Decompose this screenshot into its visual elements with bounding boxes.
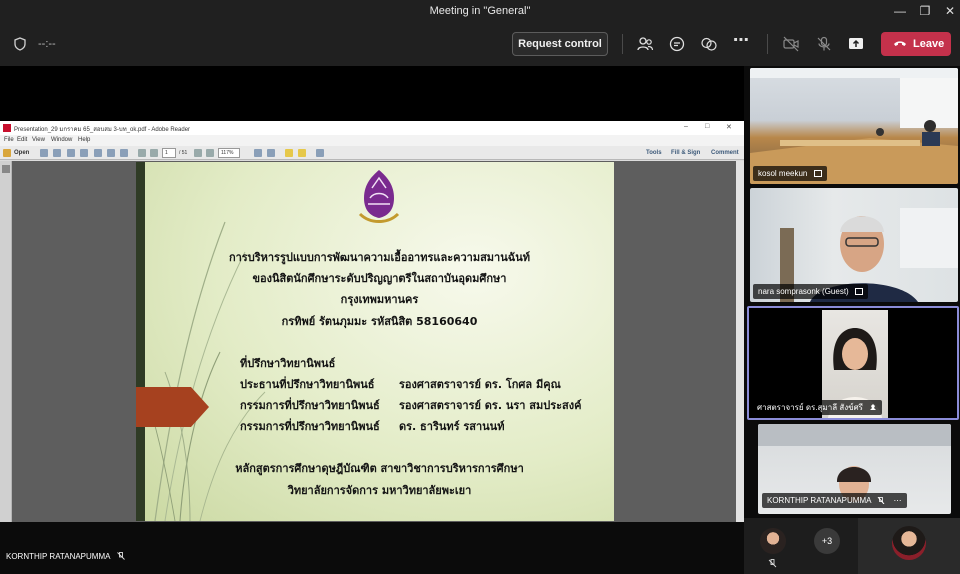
pdf-icon <box>3 124 11 132</box>
reader-minimize-icon[interactable]: – <box>684 123 688 130</box>
menu-file[interactable]: File <box>4 137 14 143</box>
people-icon[interactable] <box>636 35 654 53</box>
more-participants-button[interactable]: +3 <box>814 528 840 554</box>
menu-view[interactable]: View <box>32 137 45 143</box>
pdf-slide: การบริหารรูปแบบการพัฒนาความเอื้ออาทรและค… <box>136 162 614 521</box>
attachments-icon[interactable] <box>2 165 10 173</box>
advisor-role: ประธานที่ปรึกษาวิทยานิพนธ์ <box>240 378 375 391</box>
university-logo <box>358 170 400 223</box>
advisor-name: รองศาสตราจารย์ ดร. นรา สมประสงค์ <box>399 399 582 412</box>
save-icon[interactable] <box>40 149 48 157</box>
next-page-icon[interactable] <box>150 149 158 157</box>
reader-close-icon[interactable]: ✕ <box>726 123 732 131</box>
mic-off-icon <box>768 559 777 568</box>
slide-title-line3: กรุงเทพมหานคร <box>340 293 419 306</box>
page-number-input[interactable]: 1 <box>162 148 176 158</box>
highlight-icon[interactable] <box>298 149 306 157</box>
mic-off-icon[interactable] <box>815 35 833 53</box>
menu-edit[interactable]: Edit <box>17 137 27 143</box>
slide-author: กรทิพย์ รัตนภุมมะ รหัสนิสิต 58160640 <box>281 315 478 328</box>
expand-icon[interactable] <box>316 149 324 157</box>
toolbar-divider <box>622 34 623 54</box>
zoom-out-icon[interactable] <box>194 149 202 157</box>
review-icon[interactable] <box>107 149 115 157</box>
request-control-button[interactable]: Request control <box>512 32 608 56</box>
participant-video-tile[interactable]: nara somprasonk (Guest) <box>750 188 958 302</box>
program-line1: หลักสูตรการศึกษาดุษฎีบัณฑิต สาขาวิชาการบ… <box>235 462 524 475</box>
participant-name-label: kosol meekun <box>753 166 827 181</box>
vertical-scrollbar[interactable] <box>736 161 744 522</box>
program-line2: วิทยาลัยการจัดการ มหาวิทยาลัยพะเยา <box>287 484 472 497</box>
teams-meeting-window: Meeting in "General" — ❐ ✕ --:-- Request… <box>0 0 960 574</box>
meeting-timer: --:-- <box>38 38 56 50</box>
more-actions-icon[interactable]: ⋯ <box>732 33 750 53</box>
camera-off-icon[interactable] <box>782 35 800 53</box>
advisor-name: ดร. ธารินทร์ รสานนท์ <box>399 420 505 433</box>
shield-icon <box>14 37 26 51</box>
active-speaker-tile[interactable]: ศาสตราจารย์ ดร.สุมาลี สังข์ศรี <box>747 306 959 420</box>
presenter-label: KORNTHIP RATANAPUMMA <box>6 552 126 570</box>
advisor-role: กรรมการที่ปรึกษาวิทยานิพนธ์ <box>240 399 380 412</box>
email-icon[interactable] <box>80 149 88 157</box>
print-icon[interactable] <box>53 149 61 157</box>
slide-title-line2: ของนิสิตนักศึกษาระดับปริญญาตรีในสถาบันอุ… <box>252 272 507 285</box>
export-icon[interactable] <box>67 149 75 157</box>
menu-help[interactable]: Help <box>78 137 90 143</box>
toolbar-divider <box>767 34 768 54</box>
tile-more-options-icon[interactable]: ⋯ <box>893 496 902 505</box>
leave-button[interactable]: Leave <box>881 32 951 56</box>
breakout-rooms-icon[interactable] <box>700 35 718 53</box>
reader-title: Presentation_29 มกราคม 65_สอบสม 3-บท_ok.… <box>14 127 191 133</box>
reader-side-panel[interactable] <box>0 161 12 522</box>
open-folder-icon[interactable] <box>3 149 11 157</box>
comment-button[interactable]: Comment <box>711 150 739 156</box>
zoom-in-icon[interactable] <box>206 149 214 157</box>
page-count: / 51 <box>179 150 188 156</box>
reader-toolbar: Open 1 / 51 117% Tools Fill & Sign Comme… <box>0 146 744 160</box>
reader-title-bar: Presentation_29 มกราคม 65_สอบสม 3-บท_ok.… <box>0 121 744 135</box>
chat-icon[interactable] <box>668 35 686 53</box>
pin-icon <box>870 404 877 410</box>
window-title: Meeting in "General" <box>429 5 531 17</box>
zoom-input[interactable]: 117% <box>218 148 240 158</box>
meeting-toolbar: --:-- Request control ⋯ Leave <box>0 24 960 66</box>
send-icon[interactable] <box>120 149 128 157</box>
avatar <box>892 526 926 560</box>
guest-icon <box>854 288 863 295</box>
arrow-shape <box>136 387 209 427</box>
mic-off-icon <box>117 552 126 560</box>
shared-screen: Presentation_29 มกราคม 65_สอบสม 3-บท_ok.… <box>0 66 744 522</box>
mic-off-icon <box>877 497 885 504</box>
slide-title-line1: การบริหารรูปแบบการพัฒนาความเอื้ออาทรและค… <box>228 251 531 264</box>
participant-name-label: ศาสตราจารย์ ดร.สุมาลี สังข์ศรี <box>752 400 883 415</box>
participant-video-tile[interactable]: kosol meekun <box>750 68 958 184</box>
fit-width-icon[interactable] <box>267 149 275 157</box>
phone-hangup-icon <box>894 41 906 46</box>
advisor-name: รองศาสตราจารย์ ดร. โกศล มีคุณ <box>399 378 561 391</box>
avatar[interactable] <box>760 528 786 554</box>
tools-button[interactable]: Tools <box>646 150 662 156</box>
leave-label: Leave <box>913 38 945 50</box>
participant-strip: +3 <box>744 518 960 574</box>
slide-left-strip <box>136 162 145 521</box>
prev-page-icon[interactable] <box>138 149 146 157</box>
edit-icon[interactable] <box>94 149 102 157</box>
participant-name-label: KORNTHIP RATANAPUMMA ⋯ <box>762 493 908 508</box>
fill-sign-button[interactable]: Fill & Sign <box>671 150 700 156</box>
reader-maximize-icon[interactable]: □ <box>705 123 709 130</box>
open-button[interactable]: Open <box>14 150 29 156</box>
self-view-tile[interactable] <box>858 518 960 574</box>
fit-page-icon[interactable] <box>254 149 262 157</box>
participant-video-tile[interactable]: KORNTHIP RATANAPUMMA ⋯ <box>758 424 951 514</box>
advisors-header: ที่ปรึกษาวิทยานิพนธ์ <box>240 357 336 370</box>
guest-icon <box>813 170 822 177</box>
title-bar: Meeting in "General" — ❐ ✕ <box>0 0 960 24</box>
close-icon[interactable]: ✕ <box>935 0 960 24</box>
share-screen-icon[interactable] <box>847 35 865 53</box>
comment-note-icon[interactable] <box>285 149 293 157</box>
participant-name-label: nara somprasonk (Guest) <box>753 284 868 299</box>
advisor-role: กรรมการที่ปรึกษาวิทยานิพนธ์ <box>240 420 380 433</box>
menu-window[interactable]: Window <box>51 137 72 143</box>
reader-menu-bar: File Edit View Window Help <box>0 135 744 146</box>
